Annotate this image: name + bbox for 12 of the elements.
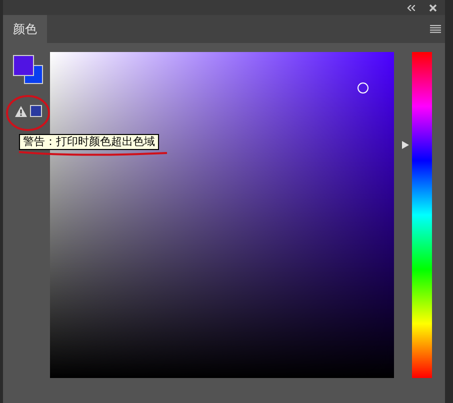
menu-icon[interactable] bbox=[430, 25, 441, 33]
collapse-icon[interactable] bbox=[407, 4, 415, 10]
hue-slider-thumb[interactable] bbox=[402, 140, 409, 149]
annotation-circle bbox=[5, 93, 51, 133]
tooltip: 警告：打印时颜色超出色域 bbox=[19, 134, 159, 150]
close-icon[interactable] bbox=[429, 4, 437, 12]
color-swatches-drawing[interactable] bbox=[13, 55, 43, 84]
panel-tab[interactable]: 颜色 bbox=[3, 15, 47, 43]
color-picker-marker[interactable] bbox=[358, 82, 369, 94]
gamut-swatch[interactable] bbox=[30, 105, 42, 117]
warning-icon[interactable] bbox=[15, 106, 27, 117]
color-field[interactable] bbox=[50, 52, 394, 378]
